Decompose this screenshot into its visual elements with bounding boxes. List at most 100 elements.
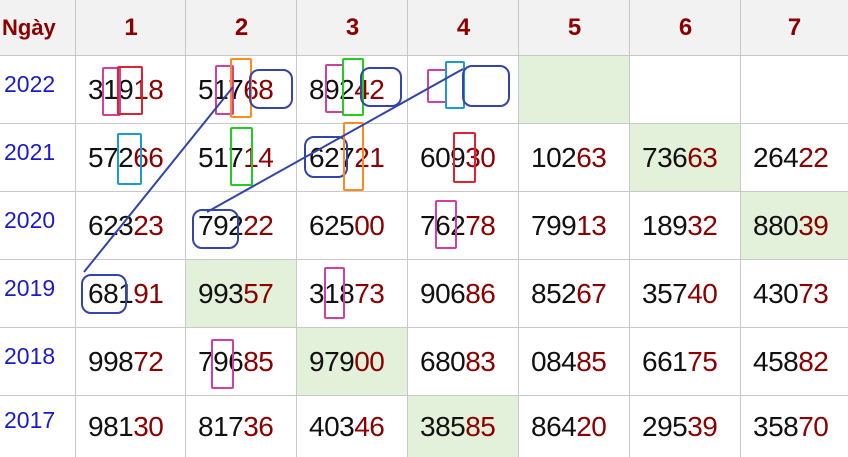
number-tail: 22	[243, 210, 274, 241]
number-head: 430	[753, 278, 799, 309]
result-cell: 880 39	[741, 192, 848, 260]
number-head: 084	[531, 346, 577, 377]
number-head: 517	[198, 142, 244, 173]
number-head: 981	[88, 410, 134, 442]
result-cell: 998 72	[76, 328, 186, 396]
result-cell: 458 82	[741, 328, 848, 396]
result-cell: 318 73	[297, 260, 408, 328]
number-tail: 73	[798, 278, 829, 309]
number-head: 864	[531, 410, 577, 442]
number-head: 880	[753, 210, 799, 241]
number-tail: 83	[465, 346, 496, 377]
number-tail: 63	[576, 142, 607, 173]
result-cell: 517 68	[186, 56, 297, 124]
number-head: 623	[88, 210, 134, 241]
number-tail: 70	[798, 410, 829, 442]
number-head: 792	[198, 210, 244, 241]
number-tail: 40	[687, 278, 718, 309]
number-tail: 82	[798, 346, 829, 377]
number-tail: 67	[576, 278, 607, 309]
number-tail: 23	[133, 210, 164, 241]
number-tail: 20	[576, 410, 607, 442]
number-tail: 57	[243, 278, 274, 309]
grid-line	[0, 55, 848, 56]
result-cell: 817 36	[186, 396, 297, 457]
day-header: Ngày	[0, 0, 76, 56]
number-head: 680	[420, 346, 466, 377]
number-head: 102	[531, 142, 577, 173]
number-head: 318	[309, 278, 355, 309]
number-tail: 68	[243, 74, 274, 105]
number-tail: 66	[133, 142, 164, 173]
column-header-6: 6	[630, 0, 741, 56]
number-tail: 32	[687, 210, 718, 241]
number-head: 403	[309, 410, 355, 442]
year-label: 2017	[0, 396, 76, 457]
number-tail: 72	[133, 346, 164, 377]
number-tail: 42	[354, 74, 385, 105]
result-cell: 796 85	[186, 328, 297, 396]
column-header-4: 4	[408, 0, 519, 56]
grid-line	[518, 0, 519, 457]
number-head: 189	[642, 210, 688, 241]
grid-line	[407, 0, 408, 457]
result-cell: 189 32	[630, 192, 741, 260]
result-cell: 084 85	[519, 328, 630, 396]
number-tail: 18	[133, 74, 164, 105]
number-head: 572	[88, 142, 134, 173]
grid-line	[185, 0, 186, 457]
number-tail: 36	[243, 410, 274, 442]
number-tail: 85	[243, 346, 274, 377]
grid-line	[0, 123, 848, 124]
result-cell: 572 66	[76, 124, 186, 192]
result-cell: 623 23	[76, 192, 186, 260]
grid-line	[0, 395, 848, 396]
number-tail: 86	[465, 278, 496, 309]
grid-line	[740, 0, 741, 457]
number-head: 264	[753, 142, 799, 173]
result-cell: 627 21	[297, 124, 408, 192]
column-header-5: 5	[519, 0, 630, 56]
grid-line	[75, 0, 76, 457]
result-cell: 661 75	[630, 328, 741, 396]
number-head: 852	[531, 278, 577, 309]
grid-line	[0, 327, 848, 328]
number-tail: 21	[354, 142, 385, 173]
result-cell: 358 70	[741, 396, 848, 457]
number-head: 762	[420, 210, 466, 241]
result-cell: 295 39	[630, 396, 741, 457]
result-cell	[519, 56, 630, 124]
result-cell: 681 91	[76, 260, 186, 328]
number-head: 736	[642, 142, 688, 173]
result-cell: 979 00	[297, 328, 408, 396]
number-head: 627	[309, 142, 355, 173]
number-tail: 73	[354, 278, 385, 309]
result-cell: 403 46	[297, 396, 408, 457]
result-cell: 993 57	[186, 260, 297, 328]
number-head: 385	[420, 410, 466, 442]
number-tail: 91	[133, 278, 164, 309]
number-tail: 85	[465, 410, 496, 442]
result-cell: 792 22	[186, 192, 297, 260]
result-cell: 319 18	[76, 56, 186, 124]
number-head: 817	[198, 410, 244, 442]
result-cell	[741, 56, 848, 124]
year-label: 2021	[0, 124, 76, 192]
year-label: 2019	[0, 260, 76, 328]
result-cell: 981 30	[76, 396, 186, 457]
result-cell: 736 63	[630, 124, 741, 192]
number-head: 609	[420, 142, 466, 173]
result-cell: 906 86	[408, 260, 519, 328]
number-tail: 78	[465, 210, 496, 241]
number-head: 681	[88, 278, 134, 309]
number-head: 796	[198, 346, 244, 377]
result-cell: 609 30	[408, 124, 519, 192]
grid-line	[0, 191, 848, 192]
column-header-7: 7	[741, 0, 848, 56]
year-label: 2018	[0, 328, 76, 396]
result-cell: 892 42	[297, 56, 408, 124]
number-tail: 00	[354, 346, 385, 377]
number-tail: 63	[687, 142, 718, 173]
result-cell: 357 40	[630, 260, 741, 328]
number-tail: 39	[798, 210, 829, 241]
